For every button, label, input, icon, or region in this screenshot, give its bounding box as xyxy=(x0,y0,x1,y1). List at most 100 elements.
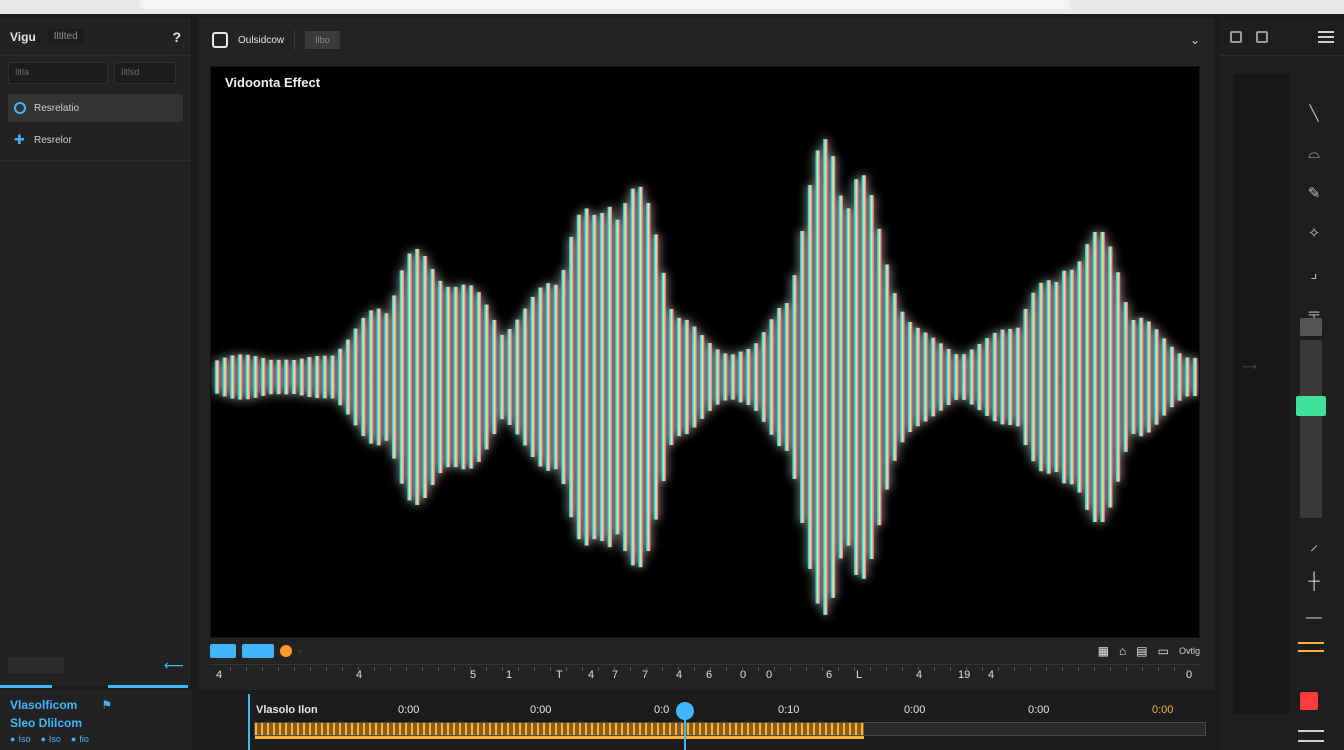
ruler-tick xyxy=(1030,667,1031,671)
ruler-tick xyxy=(406,667,407,671)
control-button-2[interactable] xyxy=(242,644,274,658)
ruler-mark: 0 xyxy=(766,669,773,681)
filter-input-1[interactable]: Iltla xyxy=(8,62,108,84)
time-ruler[interactable]: 4 4 5 1 T 4 7 7 4 6 0 0 6 L 4 19 4 0 xyxy=(210,664,1200,688)
waveform-bar xyxy=(1031,292,1036,462)
waveform-bar xyxy=(1169,346,1175,408)
waveform-bar xyxy=(769,319,774,435)
waveform-bar xyxy=(245,354,251,400)
waveform-bar xyxy=(1000,329,1005,425)
table-icon[interactable]: ▤ xyxy=(1136,644,1147,658)
save-icon[interactable] xyxy=(1230,30,1242,43)
waveform-bar xyxy=(322,355,328,399)
shape-tool-icon[interactable]: ⌓ xyxy=(1294,134,1334,174)
chevron-down-icon[interactable]: ⌄ xyxy=(1190,33,1200,47)
waveform-bar xyxy=(676,317,682,437)
right-panel-header xyxy=(1220,18,1344,56)
waveform-bar xyxy=(561,269,566,485)
ruler-tick xyxy=(534,667,535,671)
screen-icon[interactable]: ▭ xyxy=(1158,644,1169,658)
waveform-bar xyxy=(1046,280,1051,474)
ruler-tick xyxy=(694,667,695,671)
waveform-bar xyxy=(222,357,227,397)
waveform-viewer[interactable]: Vidoonta Effect xyxy=(210,66,1200,638)
ruler-tick xyxy=(566,667,567,671)
sidebar-item-resrelor[interactable]: ✚ Resrelor xyxy=(8,126,183,154)
orange-lines-icon[interactable] xyxy=(1298,642,1324,652)
arrow-left-icon[interactable]: ⟵ xyxy=(164,657,184,674)
footer-pill[interactable] xyxy=(8,657,64,673)
toolbar-chip[interactable]: Ilbo xyxy=(305,31,340,49)
waveform-bar xyxy=(892,293,897,461)
waveform-bar xyxy=(807,185,813,569)
ruler-tick xyxy=(854,667,855,671)
waveform-bar xyxy=(1138,317,1144,437)
ruler-tick xyxy=(518,667,519,671)
list-icon[interactable] xyxy=(1298,730,1324,742)
menu-icon[interactable] xyxy=(1318,30,1334,43)
address-bar[interactable] xyxy=(140,0,1070,9)
home-icon[interactable]: ⌂ xyxy=(1119,644,1126,658)
ruler-tick xyxy=(1142,667,1143,671)
waveform-bar xyxy=(430,269,435,485)
record-dot-icon[interactable] xyxy=(280,645,292,657)
question-icon[interactable]: ? xyxy=(172,29,181,45)
timeline-label: 0:00 xyxy=(398,704,420,716)
viewer-tool-label[interactable]: Ovtlg xyxy=(1179,646,1200,656)
control-small-icon[interactable]: ◦ xyxy=(298,646,301,656)
viewer-controls: ◦ ▦ ⌂ ▤ ▭ Ovtlg xyxy=(210,640,1200,662)
waveform-bar xyxy=(930,337,936,417)
bottom-chip[interactable]: Iso xyxy=(40,734,61,744)
waveform-bar xyxy=(422,256,428,498)
stop-button[interactable] xyxy=(1300,692,1318,710)
crop-tool-icon[interactable]: ⌟ xyxy=(1294,254,1334,294)
waveform-bar xyxy=(476,292,482,462)
waveform-bar xyxy=(954,354,959,400)
waveform-bar xyxy=(707,343,713,411)
waveform-bar xyxy=(415,249,420,505)
ruler-tick xyxy=(390,667,391,671)
flag-icon[interactable]: ⚑ xyxy=(101,698,112,712)
audio-clip[interactable] xyxy=(254,722,1206,739)
volume-slider[interactable] xyxy=(1296,318,1326,518)
waveform-bar xyxy=(453,286,458,468)
browser-top-strip xyxy=(0,0,1344,14)
control-button-1[interactable] xyxy=(210,644,236,658)
waveform-bar xyxy=(977,343,982,411)
waveform-bar xyxy=(261,358,266,396)
ruler-tick xyxy=(646,667,647,671)
filter-input-2[interactable]: Iltlsd xyxy=(114,62,176,84)
slider-thumb[interactable] xyxy=(1296,396,1326,416)
waveform-bar xyxy=(1108,246,1113,508)
waveform-bar xyxy=(946,348,951,406)
star-tool-icon[interactable]: ✧ xyxy=(1294,214,1334,254)
right-track: ⟶ xyxy=(1234,74,1290,714)
waveform-bar xyxy=(438,280,443,474)
sidebar-item-resrelatio[interactable]: Resrelatio xyxy=(8,94,183,122)
ruler-mark: 0 xyxy=(1186,669,1193,681)
line-tool-icon[interactable]: ╲ xyxy=(1294,94,1334,134)
layout-icon[interactable] xyxy=(1256,30,1268,43)
bottom-chip[interactable]: Iso xyxy=(10,734,30,744)
waveform-bar xyxy=(492,319,497,435)
footer-accent-bars xyxy=(0,685,192,688)
bottom-chip[interactable]: fio xyxy=(71,734,89,744)
pen-tool-icon[interactable]: ✎ xyxy=(1294,174,1334,214)
waveform-bar xyxy=(345,339,351,415)
waveform-bar xyxy=(684,319,689,435)
ruler-tick xyxy=(838,667,839,671)
waveform-bar xyxy=(407,253,412,501)
razor-icon[interactable]: ⸝ xyxy=(1294,528,1334,564)
left-panel-subtitle[interactable]: Iltlted xyxy=(47,29,84,44)
timeline[interactable]: Vlasolo Ilon 0:00 0:00 0:0 0:10 0:00 0:00 0:00 xyxy=(248,694,1214,750)
grid-icon[interactable]: ▦ xyxy=(1098,644,1109,658)
ruler-tick xyxy=(294,667,295,671)
ruler-tick xyxy=(230,667,231,671)
ruler-tick xyxy=(790,667,791,671)
dash-icon[interactable]: — xyxy=(1294,600,1334,636)
cross-icon[interactable]: ┼ xyxy=(1294,564,1334,600)
waveform-bar xyxy=(646,202,651,552)
ruler-tick xyxy=(470,667,471,671)
waveform-bar xyxy=(468,285,474,469)
ruler-tick xyxy=(278,667,279,671)
